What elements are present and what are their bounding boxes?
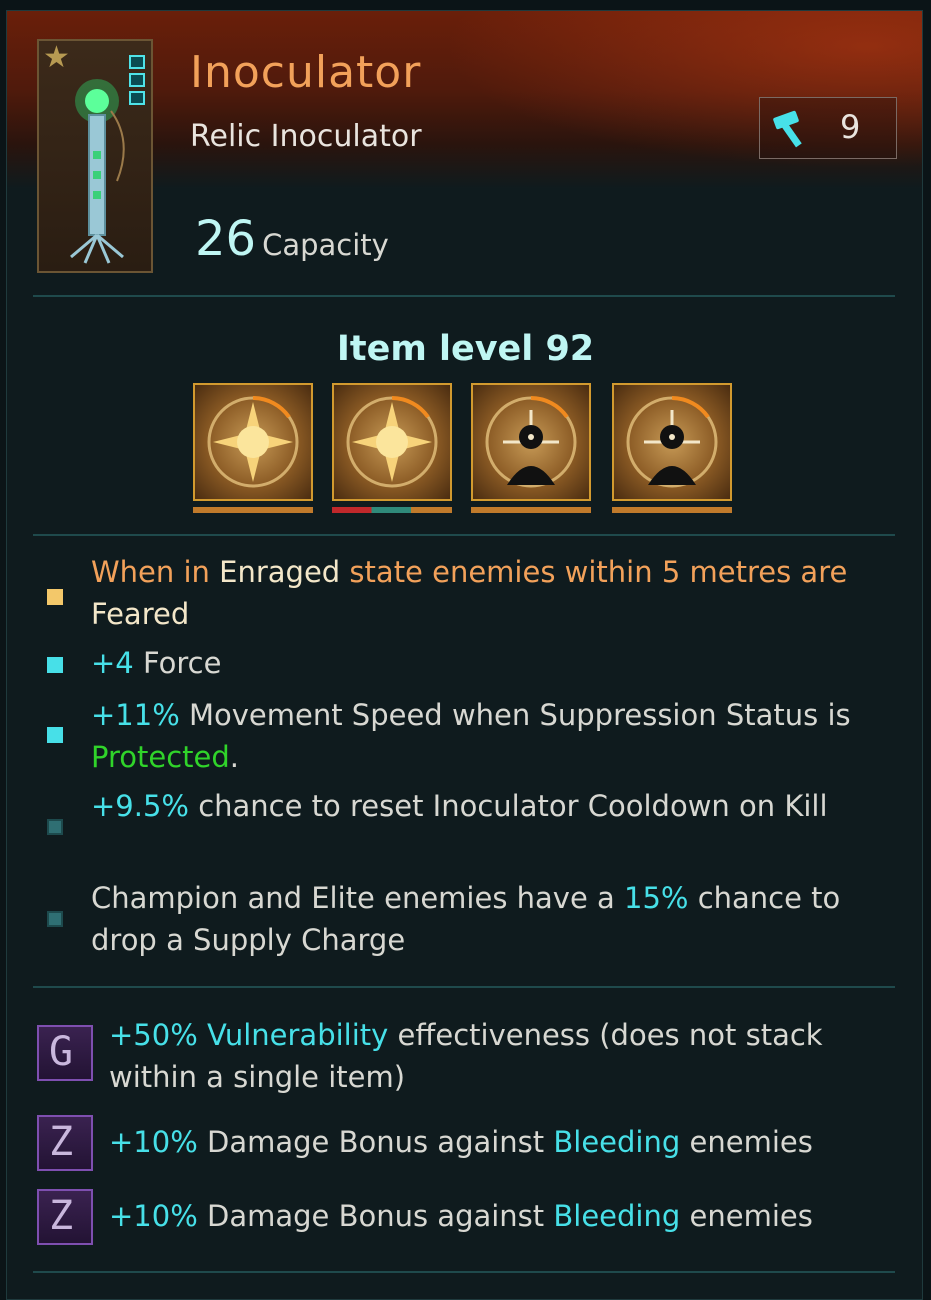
trait-text: . [229, 740, 240, 774]
rune-keyword: Bleeding [553, 1125, 681, 1159]
trait-line-1: When in Enraged state enemies within 5 m… [91, 551, 891, 635]
rune-text: enemies [680, 1125, 813, 1159]
trait-line-5: Champion and Elite enemies have a 15% ch… [91, 877, 891, 961]
target-silhouette-icon [485, 396, 577, 488]
rune-line-3: +10% Damage Bonus against Bleeding enemi… [109, 1195, 899, 1237]
trait-value: +4 [91, 646, 134, 680]
divider [33, 534, 895, 536]
trait-keyword: Enraged [219, 555, 341, 589]
target-silhouette-icon [626, 396, 718, 488]
item-tooltip-panel: ★ Inoculator Relic Inoculator 9 26 Capaci… [6, 10, 923, 1300]
capacity-label: Capacity [262, 228, 389, 262]
rune-line-2: +10% Damage Bonus against Bleeding enemi… [109, 1121, 899, 1163]
trait-text: Champion and Elite enemies have a [91, 881, 625, 915]
trait-text: When in [91, 555, 220, 589]
item-icon: ★ [37, 39, 153, 273]
trait-bullet-icon [47, 727, 63, 743]
divider [33, 295, 895, 297]
trait-text: chance to reset Inoculator Cooldown on K… [188, 789, 828, 823]
capacity-value: 26 [195, 211, 257, 267]
rune-g-icon: G [37, 1025, 93, 1081]
inoculator-art-icon [70, 79, 125, 264]
trait-line-4: +9.5% chance to reset Inoculator Cooldow… [91, 785, 891, 827]
star-icon: ★ [43, 40, 70, 75]
rune-glyph: Z [49, 1193, 74, 1239]
mod-slot-4[interactable] [612, 383, 732, 513]
trait-status: Protected [91, 740, 230, 774]
rune-text: Damage Bonus against [197, 1125, 554, 1159]
trait-text: Movement Speed when Suppression Status i… [179, 698, 851, 732]
trait-line-2: +4 Force [91, 642, 891, 684]
trait-bullet-icon [47, 657, 63, 673]
mod-slot-1[interactable] [193, 383, 313, 513]
capacity: 26 Capacity [195, 211, 389, 267]
divider [33, 986, 895, 988]
trait-value: 15% [624, 881, 689, 915]
item-level: Item level 92 [336, 329, 595, 369]
mod-bar [612, 507, 732, 513]
trait-text: Force [133, 646, 222, 680]
mod-bar [332, 507, 452, 513]
rune-value: +10% [109, 1125, 198, 1159]
rune-value: +10% [109, 1199, 198, 1233]
trait-bullet-icon [47, 589, 63, 605]
trait-bullet-icon [47, 911, 63, 927]
sun-burst-icon [207, 396, 299, 488]
rune-glyph: G [49, 1029, 74, 1075]
rune-line-1: +50% Vulnerability effectiveness (does n… [109, 1014, 899, 1098]
rune-text: enemies [680, 1199, 813, 1233]
durability-badge: 9 [759, 97, 897, 159]
item-name: Inoculator [190, 47, 422, 98]
trait-keyword: Feared [91, 597, 190, 631]
rune-z-icon: Z [37, 1115, 93, 1171]
rune-z-icon: Z [37, 1189, 93, 1245]
rune-glyph: Z [49, 1119, 74, 1165]
rune-value: +50% [109, 1018, 207, 1052]
mod-slot-2[interactable] [332, 383, 452, 513]
item-type: Relic Inoculator [190, 119, 422, 154]
sun-burst-icon [346, 396, 438, 488]
trait-text: state enemies within 5 metres are [340, 555, 848, 589]
rune-keyword: Vulnerability [206, 1018, 389, 1052]
divider [33, 1271, 895, 1273]
mod-bar [471, 507, 591, 513]
trait-value: +11% [91, 698, 180, 732]
rune-keyword: Bleeding [553, 1199, 681, 1233]
mod-slot-3[interactable] [471, 383, 591, 513]
rune-text: Damage Bonus against [197, 1199, 554, 1233]
trait-value: +9.5% [91, 789, 189, 823]
durability-value: 9 [840, 108, 861, 146]
trait-bullet-icon [47, 819, 63, 835]
trait-line-3: +11% Movement Speed when Suppression Sta… [91, 694, 891, 778]
mod-bar [193, 507, 313, 513]
hammer-icon [773, 110, 802, 148]
